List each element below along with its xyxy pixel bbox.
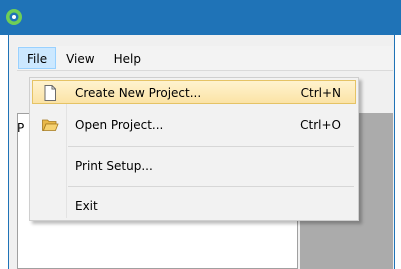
menu-help[interactable]: Help xyxy=(105,47,150,69)
new-document-icon xyxy=(44,85,56,101)
menu-item-exit[interactable]: Exit xyxy=(32,193,356,217)
project-panel-header: P xyxy=(17,121,25,135)
menu-item-create-new-project[interactable]: Create New Project... Ctrl+N xyxy=(32,80,356,104)
menu-file[interactable]: File xyxy=(18,47,57,69)
menu-item-label: Exit xyxy=(75,199,98,213)
title-bar xyxy=(0,0,401,35)
menu-separator xyxy=(68,146,354,147)
app-logo-icon xyxy=(6,9,22,25)
menu-item-open-project[interactable]: Open Project... Ctrl+O xyxy=(32,112,356,136)
menu-separator xyxy=(68,186,354,187)
menu-view[interactable]: View xyxy=(57,47,103,69)
menu-item-label: Print Setup... xyxy=(75,159,153,173)
menu-item-label: Open Project... xyxy=(75,118,164,132)
menu-bar: File View Help xyxy=(17,46,393,71)
menu-item-label: Create New Project... xyxy=(75,86,202,100)
menu-item-shortcut: Ctrl+N xyxy=(300,86,341,100)
file-menu-dropdown: Create New Project... Ctrl+N Open Projec… xyxy=(29,77,359,221)
open-folder-icon xyxy=(42,119,59,131)
menu-item-print-setup[interactable]: Print Setup... xyxy=(32,153,356,177)
menu-item-shortcut: Ctrl+O xyxy=(300,118,341,132)
